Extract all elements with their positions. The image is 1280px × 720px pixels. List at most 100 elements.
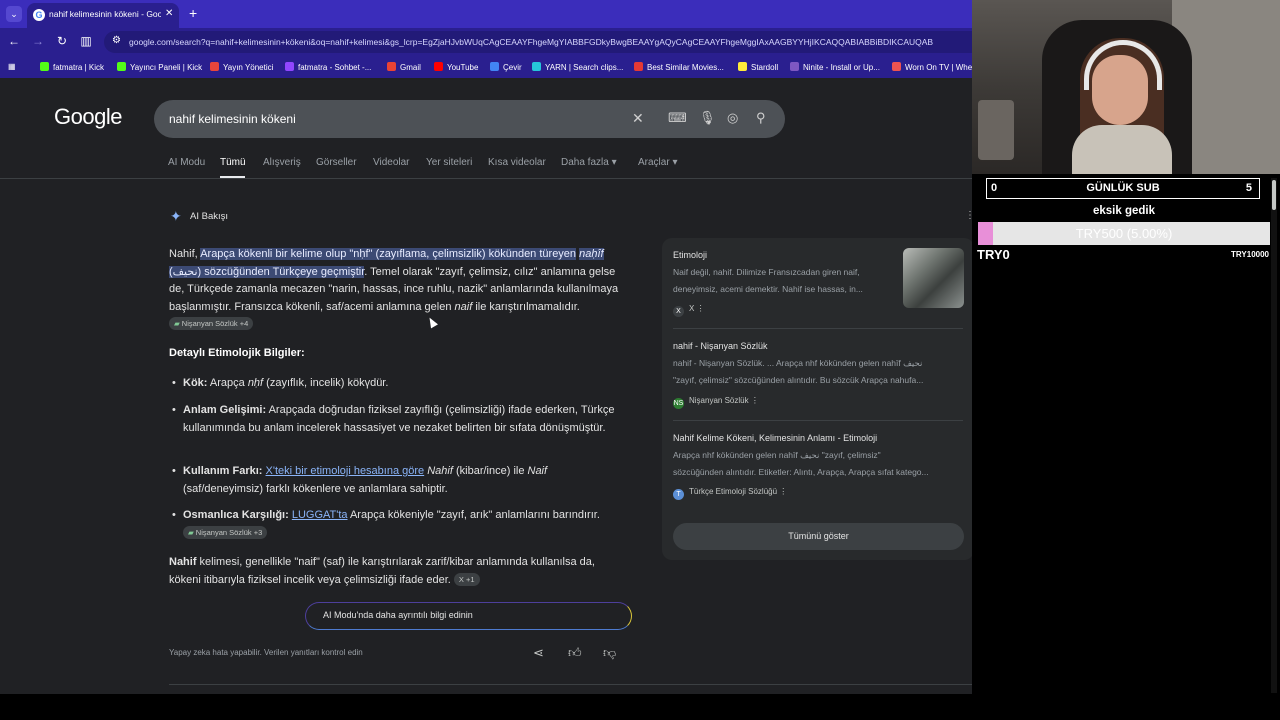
conclusion-text: Nahif kelimesi, genellikle "naif" (saf) … — [169, 554, 625, 589]
close-tab-icon[interactable]: ✕ — [165, 8, 173, 19]
search-icon[interactable]: ⚲ — [756, 110, 766, 126]
back-icon[interactable]: ← — [6, 34, 22, 48]
navigation-bar: ← → ↻ ▥ ⚙ google.com/search?q=nahif+keli… — [0, 28, 972, 56]
search-query[interactable]: nahif kelimesinin kökeni — [169, 112, 296, 126]
forward-icon[interactable]: → — [30, 34, 46, 48]
more-options-icon[interactable]: ⋮ — [751, 396, 759, 405]
nisanyan-icon: ▰ — [188, 527, 194, 537]
source-title[interactable]: Etimoloji — [673, 250, 707, 260]
new-tab-button[interactable]: + — [189, 5, 197, 21]
show-all-button[interactable]: Tümünü göster — [673, 523, 964, 550]
chip-label: Nişanyan Sözlük +3 — [195, 527, 263, 537]
bookmark-item[interactable]: Best Similar Movies... — [634, 62, 724, 72]
bookmark-item[interactable]: fatmatra - Sohbet -... — [285, 62, 371, 72]
microphone-icon[interactable]: 🎙︎ — [699, 110, 716, 126]
bookmark-item[interactable]: Yayın Yönetici — [210, 62, 273, 72]
bookmark-item[interactable]: Gmail — [387, 62, 421, 72]
clear-icon[interactable]: ✕ — [632, 110, 644, 127]
address-bar[interactable]: ⚙ google.com/search?q=nahif+kelimesinin+… — [104, 31, 972, 53]
bookmark-item[interactable]: YARN | Search clips... — [532, 62, 623, 72]
tab-shopping[interactable]: Alışveriş — [263, 157, 301, 168]
tab-more[interactable]: Daha fazla ▾ — [561, 157, 617, 168]
tab-short-videos[interactable]: Kısa videolar — [488, 157, 546, 168]
list-item: • Osmanlıca Karşılığı: LUGGAT'ta Arapça … — [169, 507, 625, 542]
source-chip[interactable]: ▰ Nişanyan Sözlük +4 — [169, 317, 254, 331]
bullet-body: Arapça — [207, 377, 248, 389]
source-chip[interactable]: X +1 — [453, 572, 480, 586]
sources-panel: Etimoloji Naif değil, nahif. Dilimize Fr… — [662, 238, 972, 560]
chip-label: X +1 — [458, 574, 475, 584]
tab-tools[interactable]: Araçlar ▾ — [638, 157, 677, 168]
donation-goal-max: TRY10000 — [1231, 250, 1269, 259]
webcam-lamp — [978, 100, 1014, 160]
site-info-icon[interactable]: ⚙ — [112, 35, 121, 46]
tab-all[interactable]: Tümü — [220, 157, 246, 168]
more-options-icon[interactable]: ⋮ — [697, 304, 705, 313]
luggat-link[interactable]: LUGGAT'ta — [292, 509, 348, 521]
conclusion-bold: Nahif — [169, 556, 197, 568]
bookmark-label: Yayıncı Paneli | Kick — [130, 63, 203, 72]
bookmark-item[interactable]: Ninite - Install or Up... — [790, 62, 880, 72]
tab-images[interactable]: Görseller — [316, 157, 357, 168]
source-thumbnail[interactable] — [903, 248, 964, 308]
bookmark-item[interactable]: fatmatra | Kick — [40, 62, 104, 72]
intro-text: Nahif, — [169, 248, 201, 260]
intro-text: ile karıştırılmamalıdır. — [472, 300, 580, 313]
bullet-label: Anlam Gelişimi: — [183, 404, 267, 416]
share-icon[interactable]: ⋖ — [533, 645, 544, 661]
scrollbar-thumb[interactable] — [1272, 180, 1276, 210]
source-divider — [673, 328, 963, 329]
source-snippet: nahif - Nişanyan Sözlük. ... Arapça nhf … — [673, 358, 923, 368]
donation-goal-bar: TRY500 (5.00%) — [978, 222, 1270, 245]
tab-places[interactable]: Yer siteleri — [426, 157, 472, 168]
more-options-icon[interactable]: ⋮ — [965, 210, 972, 221]
source-chip[interactable]: ▰ Nişanyan Sözlük +3 — [183, 525, 268, 539]
apps-icon[interactable]: ▦ — [8, 62, 16, 71]
bottom-divider — [169, 684, 972, 685]
sparkle-icon: ✦ — [170, 208, 182, 224]
bookmark-label: fatmatra | Kick — [53, 63, 104, 72]
source-snippet: Arapça nhf kökünden gelen nahīf نحيف "za… — [673, 450, 881, 460]
bullet-dot: • — [172, 404, 176, 416]
thumbs-up-icon[interactable]: 👍︎ — [568, 645, 582, 661]
bullet-text: Osmanlıca Karşılığı: LUGGAT'ta Arapça kö… — [183, 507, 625, 542]
nisanyan-icon: ▰ — [174, 319, 180, 329]
scrollbar[interactable] — [1271, 178, 1277, 693]
nisanyan-icon: NS — [673, 398, 684, 409]
ai-overview-intro: Nahif, Arapça kökenli bir kelime olup "n… — [169, 246, 625, 334]
bookmark-item[interactable]: YouTube — [434, 62, 478, 72]
site-name: X — [689, 304, 695, 313]
source-title[interactable]: Nahif Kelime Kökeni, Kelimesinin Anlamı … — [673, 433, 877, 443]
thumbs-down-icon[interactable]: 👎︎ — [603, 645, 616, 661]
bookmark-label: Best Similar Movies... — [647, 63, 724, 72]
tab-search-icon[interactable]: ⌄ — [6, 6, 22, 22]
more-options-icon[interactable]: ⋮ — [779, 487, 787, 496]
google-logo[interactable]: Google — [54, 104, 122, 130]
bookmark-item[interactable]: Çevir — [490, 62, 522, 72]
keyboard-icon[interactable]: ⌨ — [668, 110, 687, 126]
bookmark-item[interactable]: Worn On TV | Wher — [892, 62, 972, 72]
bookmark-label: fatmatra - Sohbet -... — [298, 63, 372, 72]
lens-icon[interactable]: ◎ — [727, 110, 738, 126]
reload-icon[interactable]: ↻ — [54, 34, 70, 48]
search-box[interactable]: nahif kelimesinin kökeni ✕ ⌨ 🎙︎ ◎ ⚲ — [154, 100, 785, 138]
highlighted-text-tail: (نحيف) sözcüğünden Türkçeye geçmiştir — [169, 265, 365, 278]
tab-videos[interactable]: Videolar — [373, 157, 410, 168]
browser-tab[interactable]: G nahif kelimesinin kökeni - Google ✕ — [27, 3, 179, 28]
bullet-text: Kullanım Farkı: X'teki bir etimoloji hes… — [183, 463, 625, 498]
list-item: • Kök: Arapça nḥf (zayıflık, incelik) kö… — [169, 375, 625, 393]
bookmark-item[interactable]: Stardoll — [738, 62, 778, 72]
italic-term: naḥîf — [579, 248, 604, 260]
bookmark-item[interactable]: Yayıncı Paneli | Kick — [117, 62, 202, 72]
source-title[interactable]: nahif - Nişanyan Sözlük — [673, 341, 768, 351]
url-text: google.com/search?q=nahif+kelimesinin+kö… — [129, 37, 934, 47]
etymology-link[interactable]: X'teki bir etimoloji hesabına göre — [266, 465, 425, 477]
source-snippet: "zayıf, çelimsiz" sözcüğünden alıntıdır.… — [673, 375, 924, 385]
split-view-icon[interactable]: ▥ — [78, 34, 94, 48]
ai-mode-button[interactable]: AI Modu'nda daha ayrıntılı bilgi edinin — [305, 602, 632, 630]
bullet-dot: • — [172, 465, 176, 477]
tab-ai-mode[interactable]: AI Modu — [168, 157, 205, 168]
bookmark-label: Yayın Yönetici — [223, 63, 274, 72]
sub-count-max: 5 — [1245, 182, 1252, 194]
bullet-body: (zayıflık, incelik) kökүdür. — [263, 377, 389, 389]
